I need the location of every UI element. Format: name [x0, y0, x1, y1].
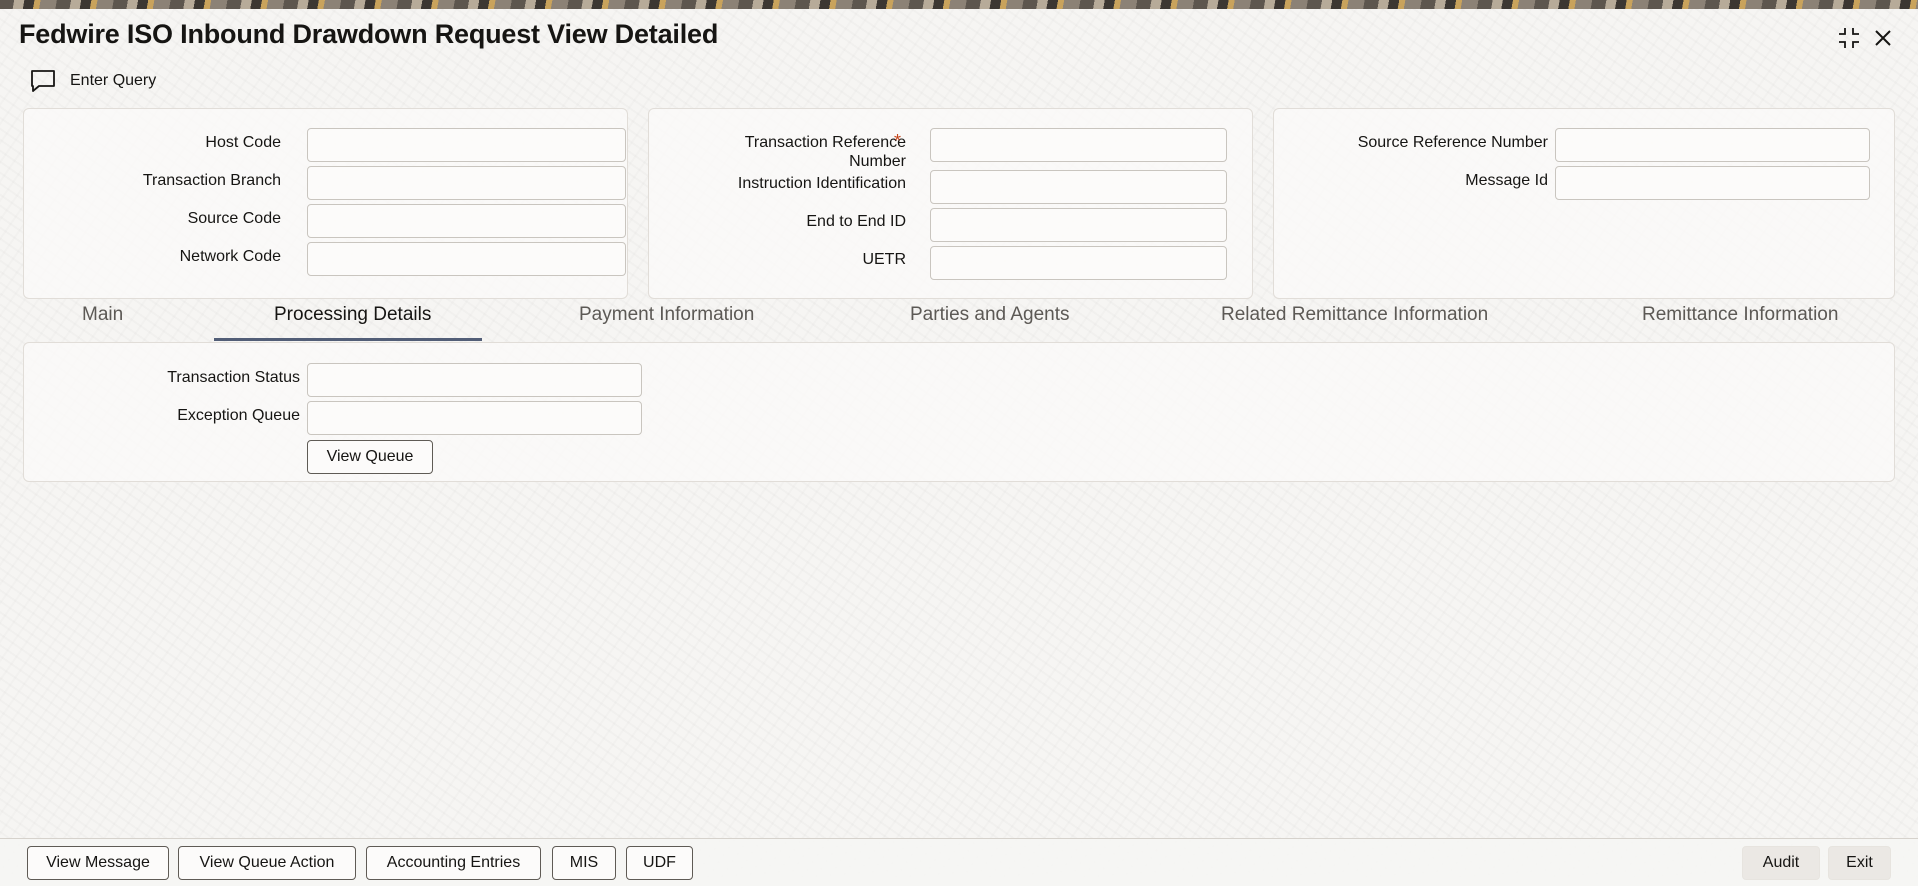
tab-bar: Main Processing Details Payment Informat…	[0, 294, 1918, 342]
uetr-label: UETR	[862, 251, 906, 268]
message-id-input[interactable]	[1555, 166, 1870, 200]
udf-button[interactable]: UDF	[626, 846, 693, 880]
chat-bubble-icon	[31, 70, 55, 92]
end-to-end-id-input[interactable]	[930, 208, 1227, 242]
transaction-branch-input[interactable]	[307, 166, 626, 200]
source-reference-number-label: Source Reference Number	[1357, 134, 1548, 151]
processing-details-panel: Transaction Status Exception Queue View …	[23, 342, 1895, 482]
accounting-entries-button[interactable]: Accounting Entries	[366, 846, 541, 880]
tab-remittance-information[interactable]: Remittance Information	[1642, 304, 1838, 326]
audit-button[interactable]: Audit	[1742, 846, 1820, 880]
close-icon	[1875, 30, 1891, 46]
message-id-label: Message Id	[1465, 172, 1548, 189]
transaction-reference-label-line2: Number	[849, 153, 906, 170]
footer-toolbar: View Message View Queue Action Accountin…	[0, 838, 1918, 886]
top-decorative-strip	[0, 0, 1918, 9]
enter-query-label: Enter Query	[70, 72, 157, 89]
required-asterisk: *	[894, 131, 902, 151]
tab-parties-and-agents[interactable]: Parties and Agents	[910, 304, 1070, 326]
end-to-end-id-label: End to End ID	[806, 213, 906, 230]
transaction-reference-label-line1: Transaction Reference	[744, 134, 906, 151]
collapse-icon	[1839, 28, 1859, 48]
network-code-label: Network Code	[179, 248, 281, 265]
exit-button[interactable]: Exit	[1828, 846, 1891, 880]
host-code-input[interactable]	[307, 128, 626, 162]
network-code-input[interactable]	[307, 242, 626, 276]
tab-processing-details[interactable]: Processing Details	[274, 304, 431, 326]
source-code-input[interactable]	[307, 204, 626, 238]
view-queue-action-button[interactable]: View Queue Action	[178, 846, 356, 880]
transaction-status-label: Transaction Status	[167, 369, 300, 386]
tab-related-remittance-information[interactable]: Related Remittance Information	[1221, 304, 1488, 326]
collapse-button[interactable]	[1834, 23, 1864, 53]
close-button[interactable]	[1868, 23, 1898, 53]
transaction-reference-label: Transaction Reference Number	[745, 133, 906, 171]
header-panel-3: Source Reference Number Message Id	[1273, 108, 1895, 299]
exception-queue-input[interactable]	[307, 401, 642, 435]
instruction-identification-label: Instruction Identification	[737, 175, 906, 192]
view-queue-button[interactable]: View Queue	[307, 440, 433, 474]
uetr-input[interactable]	[930, 246, 1227, 280]
transaction-reference-input[interactable]	[930, 128, 1227, 162]
transaction-status-input[interactable]	[307, 363, 642, 397]
active-tab-indicator	[214, 338, 482, 341]
exception-queue-label: Exception Queue	[177, 407, 300, 424]
mis-button[interactable]: MIS	[552, 846, 616, 880]
tab-main[interactable]: Main	[82, 304, 123, 326]
host-code-label: Host Code	[205, 134, 281, 151]
enter-query-button[interactable]: Enter Query	[30, 69, 156, 93]
transaction-branch-label: Transaction Branch	[142, 172, 281, 189]
view-message-button[interactable]: View Message	[27, 846, 169, 880]
page-title: Fedwire ISO Inbound Drawdown Request Vie…	[19, 19, 719, 49]
instruction-identification-input[interactable]	[930, 170, 1227, 204]
tab-payment-information[interactable]: Payment Information	[579, 304, 754, 326]
source-reference-number-input[interactable]	[1555, 128, 1870, 162]
header-panel-2: Transaction Reference Number * Instructi…	[648, 108, 1253, 299]
source-code-label: Source Code	[187, 210, 281, 227]
page: Fedwire ISO Inbound Drawdown Request Vie…	[0, 9, 1918, 886]
header-panel-1: Host Code Transaction Branch Source Code…	[23, 108, 628, 299]
